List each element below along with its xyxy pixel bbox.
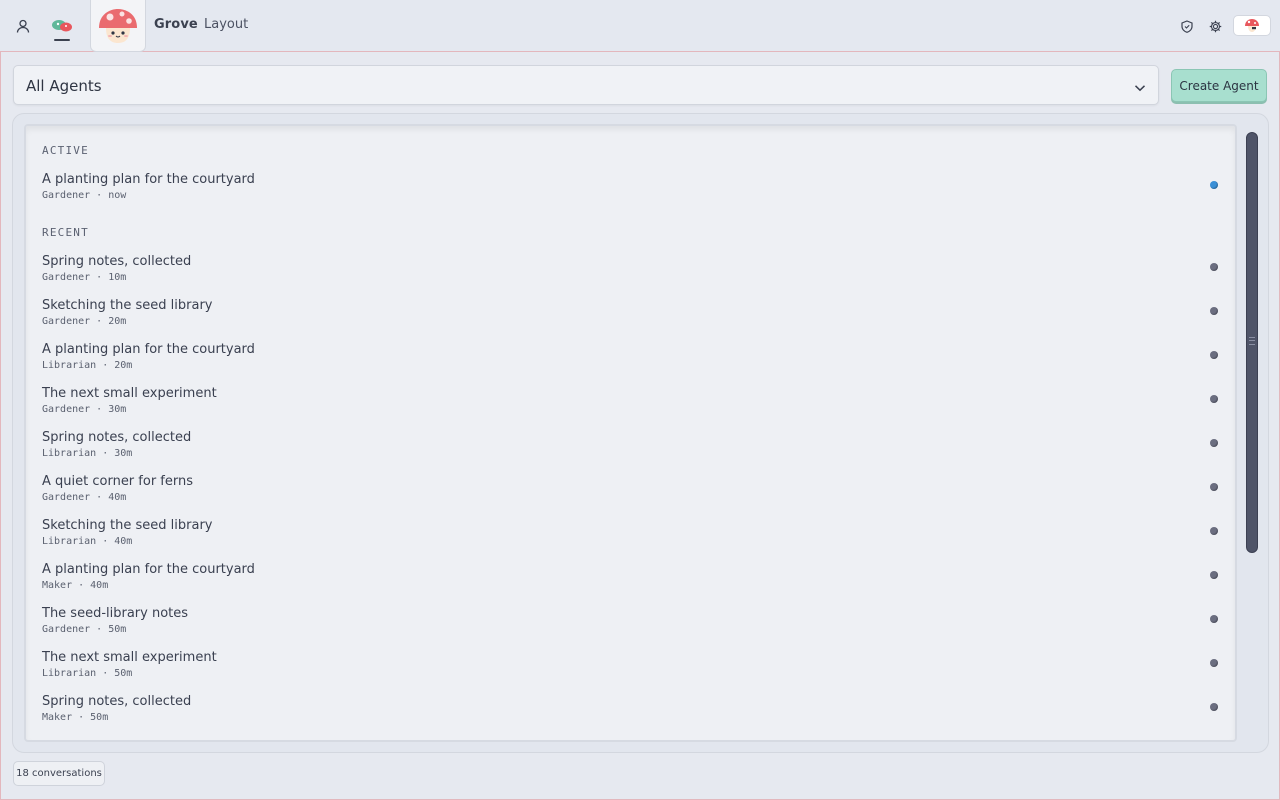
conversation-meta: Librarian · 50m — [42, 668, 133, 679]
conversation-meta: Librarian · 30m — [42, 448, 133, 459]
status-dot — [1210, 483, 1218, 491]
status-dot — [1210, 659, 1218, 667]
agent-filter-value: All Agents — [26, 77, 102, 95]
conversation-meta: Gardener · 20m — [42, 316, 127, 327]
active-tab-indicator — [54, 39, 70, 41]
tab-grove[interactable]: Grove — [154, 17, 198, 32]
conversation-item[interactable]: A planting plan for the courtyard Librari… — [42, 342, 1222, 382]
user-icon[interactable] — [13, 16, 33, 36]
status-dot — [1210, 703, 1218, 711]
conversation-item[interactable]: Spring notes, collected Librarian · 30m — [42, 430, 1222, 470]
status-dot — [1210, 351, 1218, 359]
conversation-meta: Maker · 40m — [42, 580, 109, 591]
section-label-recent: RECENT — [42, 226, 89, 239]
conversation-meta: Gardener · 30m — [42, 404, 127, 415]
conversation-item[interactable]: A planting plan for the courtyard Maker ·… — [42, 562, 1222, 602]
conversation-title: Sketching the seed library — [42, 518, 213, 533]
gear-icon[interactable] — [1205, 16, 1225, 36]
profile-button[interactable] — [1233, 15, 1271, 36]
chevron-down-icon — [1134, 79, 1146, 98]
scrollbar-grip[interactable] — [1249, 337, 1255, 345]
section-label-active: ACTIVE — [42, 144, 89, 157]
conversation-item[interactable]: The seed-library notes Gardener · 50m — [42, 606, 1222, 646]
conversation-title: A planting plan for the courtyard — [42, 562, 255, 577]
mushroom-avatar-icon — [1245, 19, 1259, 32]
conversation-item[interactable]: Sketching the seed library Gardener · 20m — [42, 298, 1222, 338]
conversation-meta: Maker · 50m — [42, 712, 109, 723]
conversation-meta: Gardener · 50m — [42, 624, 127, 635]
status-dot — [1210, 395, 1218, 403]
conversation-title: A planting plan for the courtyard — [42, 172, 255, 187]
conversation-title: Spring notes, collected — [42, 254, 192, 269]
conversation-meta: Gardener · 40m — [42, 492, 127, 503]
create-agent-button[interactable]: Create Agent — [1171, 69, 1267, 102]
conversation-title: Spring notes, collected — [42, 694, 192, 709]
status-dot — [1210, 307, 1218, 315]
conversation-meta: Gardener · 10m — [42, 272, 127, 283]
conversation-meta: Librarian · 20m — [42, 360, 133, 371]
mushroom-avatar[interactable] — [90, 0, 146, 52]
tab-layout[interactable]: Layout — [204, 17, 248, 32]
mushroom-icon[interactable] — [51, 15, 73, 37]
conversation-title: Sketching the seed library — [42, 298, 213, 313]
conversation-item[interactable]: The next small experiment Gardener · 30m — [42, 386, 1222, 426]
conversation-title: The next small experiment — [42, 386, 217, 401]
status-dot — [1210, 263, 1218, 271]
conversation-count: 18 conversations — [13, 761, 105, 786]
conversation-item[interactable]: Sketching the seed library Librarian · 40… — [42, 518, 1222, 558]
scrollbar[interactable] — [1246, 132, 1258, 553]
shield-icon[interactable] — [1177, 16, 1197, 36]
conversation-item[interactable]: A quiet corner for ferns Gardener · 40m — [42, 474, 1222, 514]
status-dot — [1210, 439, 1218, 447]
active-conversation-item[interactable]: A planting plan for the courtyard Gardene… — [42, 172, 1222, 212]
top-bar: Grove Layout — [0, 0, 1280, 52]
conversation-title: Spring notes, collected — [42, 430, 192, 445]
status-dot — [1210, 615, 1218, 623]
conversation-meta: Gardener · now — [42, 190, 127, 201]
conversation-item[interactable]: Spring notes, collected Gardener · 10m — [42, 254, 1222, 294]
conversation-title: A planting plan for the courtyard — [42, 342, 255, 357]
status-dot — [1210, 571, 1218, 579]
conversation-title: The next small experiment — [42, 650, 217, 665]
conversation-list: ACTIVE A planting plan for the courtyard… — [24, 124, 1237, 742]
conversation-title: A quiet corner for ferns — [42, 474, 193, 489]
conversation-meta: Librarian · 40m — [42, 536, 133, 547]
agent-filter-dropdown[interactable]: All Agents — [13, 65, 1159, 105]
conversation-title: The seed-library notes — [42, 606, 189, 621]
status-dot — [1210, 527, 1218, 535]
conversation-item[interactable]: Spring notes, collected Maker · 50m — [42, 694, 1222, 734]
conversation-item[interactable]: The next small experiment Librarian · 50m — [42, 650, 1222, 690]
active-status-dot — [1210, 181, 1218, 189]
